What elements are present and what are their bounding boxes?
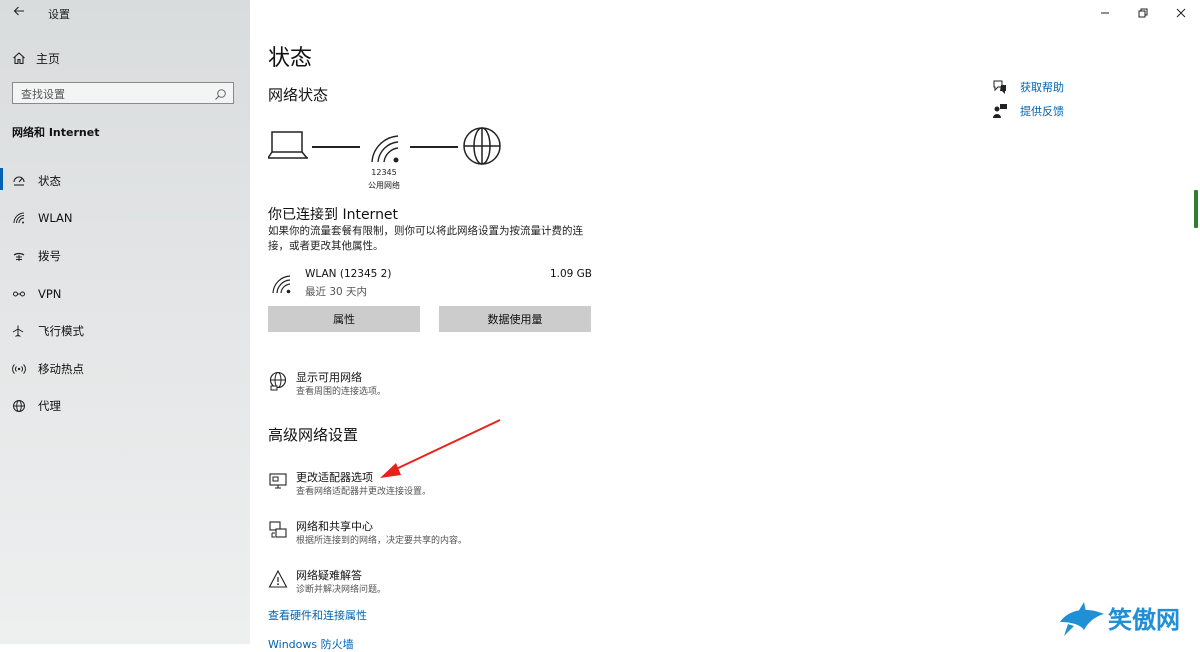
help-chat-icon [993,80,1006,94]
option-title: 显示可用网络 [296,371,362,384]
network-globe-icon [269,371,287,391]
laptop-icon [268,131,308,159]
watermark-logo: 笑傲网 [1058,598,1196,642]
adapter-usage: 1.09 GB [549,268,592,280]
home-label: 主页 [36,51,61,66]
option-title: 网络疑难解答 [296,569,362,582]
close-button[interactable] [1162,0,1200,26]
search-input[interactable] [13,84,211,105]
back-arrow-icon [13,6,24,16]
get-help-link[interactable]: 获取帮助 [992,78,1064,96]
network-name: 12345 [371,168,397,177]
globe-icon [12,399,26,413]
dialup-icon [12,249,26,263]
airplane-icon [12,324,26,338]
shark-logo-icon [1060,602,1104,636]
globe-icon [463,127,501,165]
back-button[interactable] [8,2,30,24]
network-status-heading: 网络状态 [268,86,329,104]
feedback-link[interactable]: 提供反馈 [992,102,1064,120]
page-title: 状态 [268,46,313,71]
vpn-icon [12,287,26,301]
hotspot-icon [12,362,26,376]
sidebar-section-label: 网络和 Internet [12,126,100,139]
sidebar-item-label: 飞行模式 [38,324,84,339]
adapter-summary: WLAN (12345 2) 最近 30 天内 1.09 GB [268,266,592,300]
option-description: 诊断并解决网络问题。 [296,585,387,595]
search-icon[interactable] [214,86,227,105]
option-description: 根据所连接到的网络，决定要共享的内容。 [296,536,468,546]
close-icon [1176,8,1186,18]
data-usage-button[interactable]: 数据使用量 [439,306,591,332]
title-bar: 设置 [0,0,250,26]
home-icon [13,52,25,65]
sidebar-item-proxy[interactable]: 代理 [0,388,250,426]
network-sharing-center[interactable]: 网络和共享中心 根据所连接到的网络，决定要共享的内容。 [268,518,628,548]
sidebar-item-status[interactable]: 状态 [0,162,250,200]
sidebar-item-label: VPN [38,286,62,301]
sidebar-item-label: 状态 [38,173,61,188]
sidebar-item-label: 拨号 [38,248,61,263]
sidebar-nav: 状态 WLAN 拨号 VPN 飞行模式 移动热点 代理 [0,162,250,425]
connector-line [410,146,458,148]
wifi-icon [272,275,291,294]
option-title: 更改适配器选项 [296,471,373,484]
wifi-icon [371,135,399,163]
show-networks-option[interactable]: 显示可用网络 查看周围的连接选项。 [268,369,628,399]
restore-icon [1138,8,1148,18]
network-type: 公用网络 [368,181,400,190]
adapter-name: WLAN (12345 2) [305,268,392,280]
connection-description: 如果你的流量套餐有限制，则你可以将此网络设置为按流量计费的连接，或者更改其他属性… [268,225,583,252]
sidebar-item-label: WLAN [38,211,73,226]
advanced-settings-heading: 高级网络设置 [268,426,359,444]
properties-button[interactable]: 属性 [268,306,420,332]
connector-line [312,146,360,148]
option-description: 查看周围的连接选项。 [296,387,387,397]
sidebar-item-hotspot[interactable]: 移动热点 [0,350,250,388]
change-adapter-options[interactable]: 更改适配器选项 查看网络适配器并更改连接设置。 [268,469,628,499]
minimize-button[interactable] [1086,0,1124,26]
warning-icon [268,569,288,588]
get-help-label: 获取帮助 [1020,81,1064,94]
restore-button[interactable] [1124,0,1162,26]
minimize-icon [1101,12,1109,14]
wifi-icon [12,211,26,225]
adapter-monitor-icon [269,473,287,489]
option-description: 查看网络适配器并更改连接设置。 [296,487,432,497]
adapter-period: 最近 30 天内 [305,286,368,298]
status-icon [12,174,26,188]
scrollbar-thumb[interactable] [1194,190,1198,228]
sharing-center-icon [269,521,287,538]
search-box [12,82,234,105]
app-title: 设置 [48,8,70,21]
sidebar-item-dialup[interactable]: 拨号 [0,237,250,275]
watermark-text: 笑傲网 [1108,606,1180,634]
window-controls [1086,0,1200,26]
sidebar-item-airplane[interactable]: 飞行模式 [0,312,250,350]
sidebar: 设置 主页 网络和 Internet 状态 WLAN [0,0,250,644]
sidebar-item-label: 移动热点 [38,361,84,376]
sidebar-item-label: 代理 [38,399,61,414]
sidebar-item-vpn[interactable]: VPN [0,275,250,313]
network-troubleshooter[interactable]: 网络疑难解答 诊断并解决网络问题。 [268,567,628,597]
hardware-properties-link[interactable]: 查看硬件和连接属性 [268,607,367,623]
home-nav-item[interactable]: 主页 [12,48,60,68]
connection-status: 你已连接到 Internet [268,207,399,223]
windows-firewall-link[interactable]: Windows 防火墙 [268,636,354,652]
option-title: 网络和共享中心 [296,520,373,533]
feedback-person-icon [993,104,1007,118]
sidebar-item-wlan[interactable]: WLAN [0,200,250,238]
main-content: 状态 网络状态 12345 公用网络 你已连接到 Internet 如果你的流量… [250,0,1200,651]
feedback-label: 提供反馈 [1020,105,1064,118]
